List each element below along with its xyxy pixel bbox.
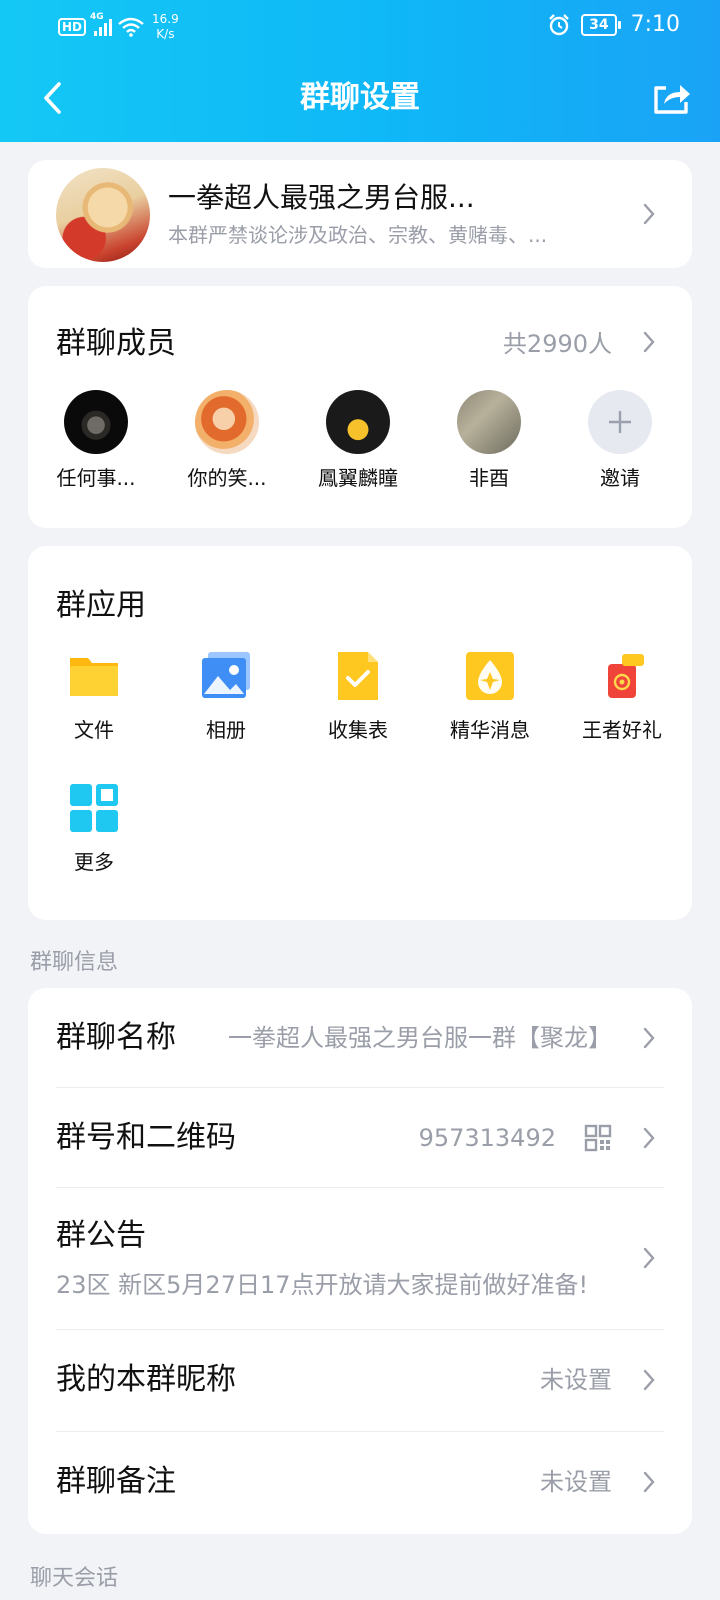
group-number: 957313492 xyxy=(418,1124,556,1152)
apps-title: 群应用 xyxy=(56,588,146,623)
invite-label: 邀请 xyxy=(600,466,640,490)
qr-code-icon xyxy=(584,1124,612,1152)
group-name-value: 一拳超人最强之男台服一群【聚龙】 xyxy=(228,1024,612,1052)
app-label: 王者好礼 xyxy=(582,718,662,742)
add-member-icon xyxy=(588,390,652,454)
members-header-row[interactable]: 群聊成员 共2990人 xyxy=(28,286,692,382)
remark-value: 未设置 xyxy=(540,1468,612,1496)
clock: 7:10 xyxy=(630,12,680,37)
form-check-icon xyxy=(330,648,386,704)
header-bar: HD 4G 16.9 K/s 34 7:10 群聊设置 xyxy=(0,0,720,142)
member-name: 你的笑... xyxy=(187,466,267,490)
app-collection-form[interactable]: 收集表 xyxy=(293,648,423,744)
member-name: 鳳翼麟瞳 xyxy=(318,466,398,490)
page-title: 群聊设置 xyxy=(300,80,420,115)
hd-badge: HD xyxy=(58,18,87,36)
avatar xyxy=(64,390,128,454)
group-profile-card[interactable]: 一拳超人最强之男台服... 本群严禁谈论涉及政治、宗教、黄赌毒、... xyxy=(28,160,692,268)
nickname-value: 未设置 xyxy=(540,1366,612,1394)
share-icon xyxy=(654,85,690,114)
member-item[interactable]: 鳳翼麟瞳 xyxy=(298,390,418,492)
chevron-right-icon xyxy=(643,203,655,225)
app-king-gift[interactable]: 王者好礼 xyxy=(557,648,687,744)
group-info-card: 群聊名称 一拳超人最强之男台服一群【聚龙】 群号和二维码 957313492 群… xyxy=(28,988,692,1534)
chevron-right-icon xyxy=(643,1471,655,1493)
row-label: 群号和二维码 xyxy=(56,1120,236,1155)
chevron-right-icon xyxy=(643,1127,655,1149)
row-label: 群聊名称 xyxy=(56,1020,176,1055)
app-album[interactable]: 相册 xyxy=(161,648,291,744)
app-essence[interactable]: 精华消息 xyxy=(425,648,555,744)
members-card: 群聊成员 共2990人 任何事... 你的笑... 鳳翼麟瞳 非酉 邀请 xyxy=(28,286,692,528)
app-label: 更多 xyxy=(74,850,114,874)
row-label: 群公告 xyxy=(56,1218,146,1253)
group-name: 一拳超人最强之男台服... xyxy=(168,181,475,214)
app-label: 收集表 xyxy=(328,718,388,742)
network-type: 4G xyxy=(90,12,104,22)
row-label: 我的本群昵称 xyxy=(56,1362,236,1397)
alarm-icon xyxy=(549,13,569,35)
members-title: 群聊成员 xyxy=(56,326,176,361)
chevron-right-icon xyxy=(643,1027,655,1049)
member-name: 非酉 xyxy=(469,466,509,490)
more-grid-icon xyxy=(66,780,122,836)
battery-level: 34 xyxy=(581,13,617,36)
folder-icon xyxy=(66,648,122,704)
row-group-announcement[interactable]: 群公告 23区 新区5月27日17点开放请大家提前做好准备! xyxy=(28,1188,692,1330)
member-item[interactable]: 任何事... xyxy=(36,390,156,492)
member-item[interactable]: 非酉 xyxy=(429,390,549,492)
group-description: 本群严禁谈论涉及政治、宗教、黄赌毒、... xyxy=(168,223,548,247)
avatar xyxy=(457,390,521,454)
app-file[interactable]: 文件 xyxy=(29,648,159,744)
avatar xyxy=(326,390,390,454)
app-label: 相册 xyxy=(206,718,246,742)
group-apps-card: 群应用 文件 相册 收集表 精华消息 王者好礼 更多 xyxy=(28,546,692,920)
share-button[interactable] xyxy=(648,74,696,122)
gift-icon xyxy=(594,648,650,704)
section-label-group-info: 群聊信息 xyxy=(30,950,119,975)
row-my-nickname[interactable]: 我的本群昵称 未设置 xyxy=(28,1330,692,1432)
row-label: 群聊备注 xyxy=(56,1464,176,1499)
battery-icon: 34 xyxy=(581,13,621,36)
section-label-chat: 聊天会话 xyxy=(30,1566,119,1591)
chevron-right-icon xyxy=(643,1369,655,1391)
row-group-name[interactable]: 群聊名称 一拳超人最强之男台服一群【聚龙】 xyxy=(28,988,692,1088)
chevron-right-icon xyxy=(643,331,655,353)
app-more[interactable]: 更多 xyxy=(29,780,159,876)
nav-bar: 群聊设置 xyxy=(0,62,720,134)
wifi-icon xyxy=(118,17,144,37)
avatar xyxy=(195,390,259,454)
app-label: 文件 xyxy=(74,718,114,742)
network-speed: 16.9 K/s xyxy=(152,12,179,41)
group-avatar xyxy=(56,168,150,262)
signal-icon: 4G xyxy=(90,12,113,36)
row-group-remark[interactable]: 群聊备注 未设置 xyxy=(28,1432,692,1534)
essence-drop-icon xyxy=(462,648,518,704)
invite-button[interactable]: 邀请 xyxy=(560,390,680,492)
member-item[interactable]: 你的笑... xyxy=(167,390,287,492)
announcement-text: 23区 新区5月27日17点开放请大家提前做好准备! xyxy=(56,1271,589,1299)
status-bar: HD 4G 16.9 K/s 34 7:10 xyxy=(0,0,720,52)
photo-album-icon xyxy=(198,648,254,704)
member-count: 共2990人 xyxy=(502,330,612,358)
app-label: 精华消息 xyxy=(450,718,530,742)
member-name: 任何事... xyxy=(56,466,136,490)
chevron-right-icon xyxy=(643,1247,655,1269)
row-group-number-qr[interactable]: 群号和二维码 957313492 xyxy=(28,1088,692,1188)
